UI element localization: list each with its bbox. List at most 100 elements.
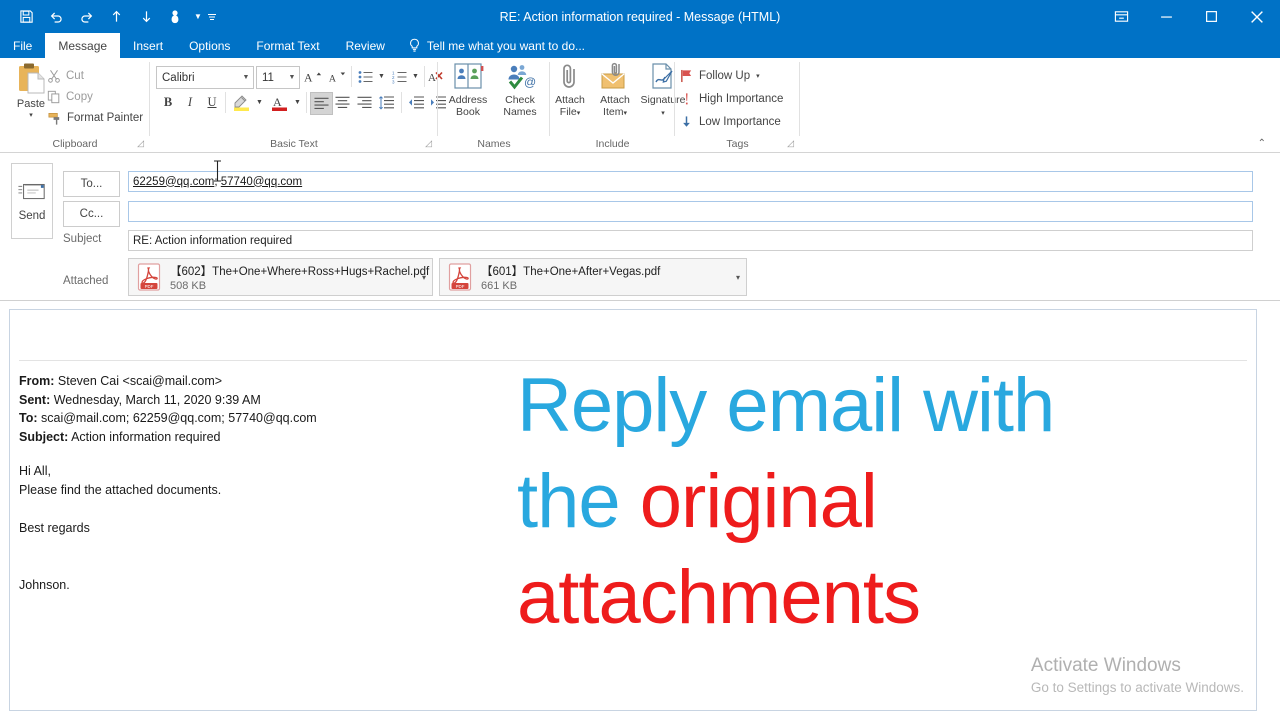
numbering-button[interactable]: 123 <box>390 66 410 87</box>
minimize-button[interactable] <box>1144 0 1189 33</box>
tab-options[interactable]: Options <box>176 33 243 58</box>
highlight-icon <box>234 94 249 111</box>
touch-mode-icon[interactable] <box>162 4 190 30</box>
font-size-caret-icon[interactable]: ▼ <box>285 74 299 81</box>
attachment-item[interactable]: PDF 【601】The+One+After+Vegas.pdf 661 KB … <box>439 258 747 296</box>
low-importance-button[interactable]: Low Importance <box>680 112 781 132</box>
align-center-button[interactable] <box>332 92 353 113</box>
tell-me-search[interactable]: Tell me what you want to do... <box>398 33 595 58</box>
group-label-include: Include <box>595 138 630 150</box>
redo-icon[interactable] <box>72 4 100 30</box>
format-painter-icon <box>48 112 60 125</box>
attachment-dropdown-icon[interactable]: ▾ <box>730 273 746 282</box>
tags-dialog-launcher-icon[interactable]: ◿ <box>787 138 794 149</box>
basic-text-dialog-launcher-icon[interactable]: ◿ <box>425 138 432 149</box>
bold-button[interactable]: B <box>158 92 178 113</box>
close-button[interactable] <box>1234 0 1280 33</box>
maximize-button[interactable] <box>1189 0 1234 33</box>
lightbulb-icon <box>410 38 419 52</box>
line-spacing-button[interactable] <box>376 92 397 113</box>
follow-up-button[interactable]: Follow Up ▾ <box>680 66 760 86</box>
grow-font-button[interactable]: A <box>302 66 324 87</box>
tab-format-text[interactable]: Format Text <box>243 33 332 58</box>
high-importance-button[interactable]: High Importance <box>680 89 783 109</box>
font-color-icon: A <box>272 95 287 111</box>
to-recipient-1[interactable]: 62259@qq.com <box>133 176 214 188</box>
customize-qat-icon[interactable] <box>206 4 218 30</box>
highlight-caret-icon[interactable]: ▼ <box>254 92 265 113</box>
tab-insert[interactable]: Insert <box>120 33 176 58</box>
body-line: Best regards <box>19 521 90 535</box>
decrease-indent-button[interactable] <box>405 92 426 113</box>
text-highlight-color-button[interactable] <box>230 92 254 113</box>
cut-button[interactable]: Cut <box>47 66 84 86</box>
ribbon-tab-strip: File Message Insert Options Format Text … <box>0 33 1280 58</box>
shrink-font-button[interactable]: A <box>326 66 348 87</box>
subject-input[interactable]: RE: Action information required <box>128 230 1253 251</box>
attachment-size: 508 KB <box>170 279 207 292</box>
down-arrow-icon <box>683 116 690 127</box>
attachment-item[interactable]: PDF 【602】The+One+Where+Ross+Hugs+Rachel.… <box>128 258 433 296</box>
toolbar-divider <box>225 92 226 113</box>
clipboard-dialog-launcher-icon[interactable]: ◿ <box>137 138 144 149</box>
attach-file-button[interactable]: Attach File▾ <box>546 62 594 136</box>
pdf-file-icon: PDF <box>133 260 165 294</box>
format-painter-label: Format Painter <box>67 112 144 124</box>
ribbon-group-basic-text: Calibri ▼ 11 ▼ A A ▼ 123 ▼ A B I U ▼ A ▼… <box>150 58 446 152</box>
cut-icon <box>48 70 60 83</box>
tab-file[interactable]: File <box>0 33 45 58</box>
send-envelope-icon <box>18 183 45 200</box>
cc-button[interactable]: Cc... <box>63 201 120 227</box>
to-input[interactable]: 62259@qq.com; 57740@qq.com <box>128 171 1253 192</box>
undo-icon[interactable] <box>42 4 70 30</box>
font-color-button[interactable]: A <box>268 92 292 113</box>
attachment-dropdown-icon[interactable]: ▾ <box>416 273 432 282</box>
font-size-combo[interactable]: 11 ▼ <box>256 66 300 89</box>
activate-windows-watermark: Activate Windows Go to Settings to activ… <box>1031 654 1244 698</box>
align-right-icon <box>357 96 372 109</box>
video-caption-overlay: Reply email with the original attachment… <box>517 358 1237 646</box>
follow-up-caret-icon[interactable]: ▾ <box>756 72 760 80</box>
toolbar-divider <box>306 92 307 113</box>
ribbon-group-tags: Follow Up ▾ High Importance Low Importan… <box>675 58 800 152</box>
quick-access-toolbar: ▼ <box>0 0 218 33</box>
quoted-to-line: To: scai@mail.com; 62259@qq.com; 57740@q… <box>19 411 317 425</box>
align-left-button[interactable] <box>310 92 333 115</box>
font-color-caret-icon[interactable]: ▼ <box>292 92 303 113</box>
attach-item-button[interactable]: Attach Item▾ <box>591 62 639 136</box>
address-book-icon <box>454 63 484 89</box>
group-label-tags: Tags <box>726 138 749 150</box>
bullets-button[interactable] <box>356 66 376 87</box>
tell-me-label: Tell me what you want to do... <box>426 38 586 53</box>
paste-caret-icon[interactable]: ▾ <box>29 111 33 119</box>
save-icon[interactable] <box>12 4 40 30</box>
address-book-button[interactable]: Address Book <box>442 62 494 136</box>
numbering-caret-icon[interactable]: ▼ <box>410 66 421 87</box>
bullets-caret-icon[interactable]: ▼ <box>376 66 387 87</box>
svg-text:@: @ <box>524 75 536 89</box>
cc-input[interactable] <box>128 201 1253 222</box>
tab-review[interactable]: Review <box>333 33 398 58</box>
ribbon-display-options-icon[interactable] <box>1099 0 1144 33</box>
copy-button[interactable]: Copy <box>47 87 93 107</box>
to-button[interactable]: To... <box>63 171 120 197</box>
previous-item-icon[interactable] <box>102 4 130 30</box>
font-name-caret-icon[interactable]: ▼ <box>239 74 253 81</box>
paperclip-icon <box>563 64 575 88</box>
font-name-combo[interactable]: Calibri ▼ <box>156 66 254 89</box>
toolbar-divider <box>351 66 352 87</box>
next-item-icon[interactable] <box>132 4 160 30</box>
format-painter-button[interactable]: Format Painter <box>47 108 143 128</box>
flag-icon <box>681 69 692 83</box>
send-button[interactable]: Send <box>11 163 53 239</box>
line-spacing-icon <box>378 95 394 110</box>
touch-mode-caret-icon[interactable]: ▼ <box>192 4 204 30</box>
check-names-button[interactable]: @ Check Names <box>494 62 546 136</box>
italic-button[interactable]: I <box>180 92 200 113</box>
align-right-button[interactable] <box>354 92 375 113</box>
to-recipient-2[interactable]: 57740@qq.com <box>221 176 302 188</box>
tab-message[interactable]: Message <box>45 33 121 58</box>
underline-button[interactable]: U <box>202 92 222 113</box>
collapse-ribbon-button[interactable]: ⌃ <box>1258 138 1266 149</box>
subject-label: Subject <box>63 233 102 245</box>
